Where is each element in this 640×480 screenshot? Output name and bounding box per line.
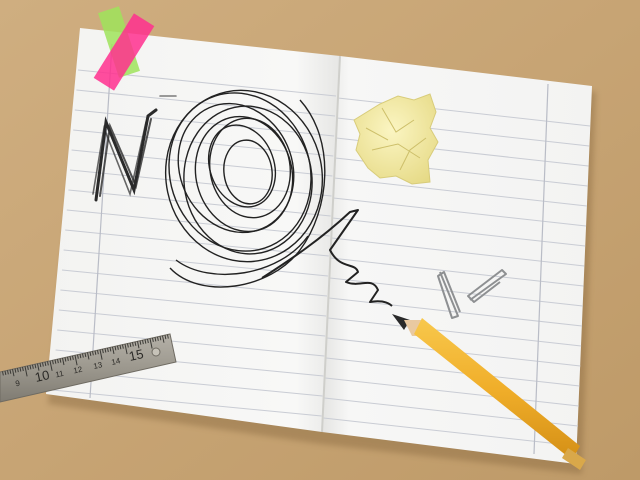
ruler-label-10: 10 [34, 367, 51, 385]
ruler-hanging-hole [151, 347, 161, 357]
photo-canvas: 9 10 11 12 13 14 15 [0, 0, 640, 480]
ruler-label-15: 15 [128, 346, 145, 364]
photo-scene: 9 10 11 12 13 14 15 [0, 0, 640, 480]
